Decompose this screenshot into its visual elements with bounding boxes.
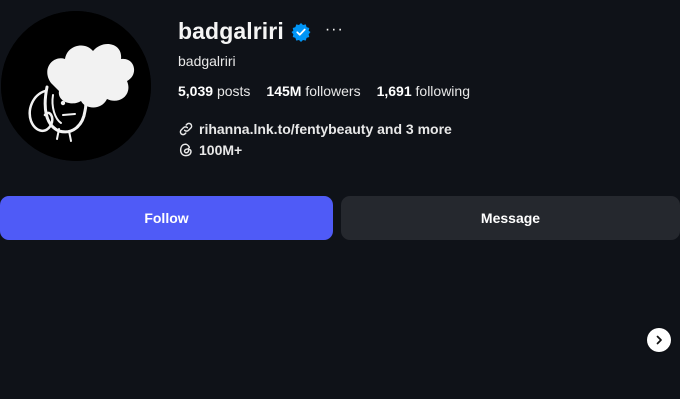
profile-links[interactable]: rihanna.lnk.to/fentybeauty and 3 more bbox=[178, 121, 452, 137]
more-options-icon[interactable]: ··· bbox=[325, 21, 344, 38]
full-name: badgalriri bbox=[178, 53, 236, 69]
avatar-drawing bbox=[1, 11, 151, 161]
chevron-right-icon bbox=[653, 334, 665, 346]
follow-button[interactable]: Follow bbox=[0, 196, 333, 240]
verified-badge-icon bbox=[291, 22, 311, 42]
followers-stat[interactable]: 145M followers bbox=[266, 83, 360, 99]
posts-label: posts bbox=[216, 83, 251, 99]
followers-count: 145M bbox=[266, 83, 302, 99]
link-icon bbox=[178, 121, 194, 137]
followers-label: followers bbox=[305, 83, 361, 99]
profile-avatar[interactable] bbox=[1, 11, 151, 161]
username-row: badgalriri ··· bbox=[178, 18, 344, 45]
posts-stat: 5,039 posts bbox=[178, 83, 250, 99]
following-label: following bbox=[415, 83, 470, 99]
threads-badge[interactable]: 100M+ bbox=[178, 142, 242, 158]
username: badgalriri bbox=[178, 18, 284, 44]
link-text[interactable]: rihanna.lnk.to/fentybeauty and 3 more bbox=[199, 121, 452, 137]
next-arrow-button[interactable] bbox=[647, 328, 671, 352]
following-stat[interactable]: 1,691 following bbox=[377, 83, 470, 99]
threads-icon bbox=[178, 142, 194, 158]
posts-count: 5,039 bbox=[178, 83, 214, 99]
message-button[interactable]: Message bbox=[341, 196, 680, 240]
profile-stats: 5,039 posts 145M followers 1,691 followi… bbox=[178, 83, 486, 99]
threads-count: 100M+ bbox=[199, 142, 243, 158]
following-count: 1,691 bbox=[376, 83, 412, 99]
